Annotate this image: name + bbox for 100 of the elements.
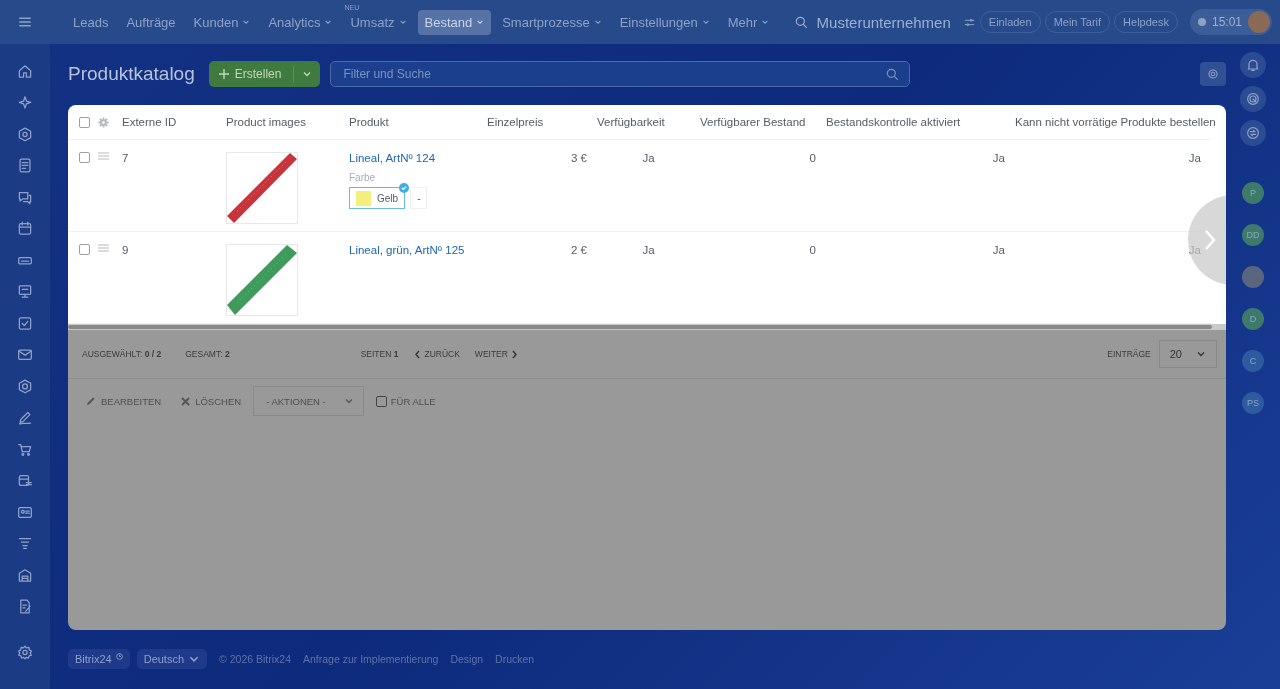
next-link[interactable]: WEITER [474,349,518,359]
table-cell: 3 € [571,152,587,164]
warehouse-icon[interactable] [16,566,34,584]
table-cell: Ja [642,152,655,164]
table-cell: 9 [122,244,129,256]
nav-tab[interactable]: Analytics [261,9,340,35]
actions-dropdown[interactable]: - AKTIONEN - [253,386,364,416]
footer-link[interactable]: Anfrage zur Implementierung [303,653,439,665]
total-count: GESAMT: 2 [185,349,230,359]
nav-tab[interactable]: Kunden [186,9,258,35]
chevron-right-icon [1204,229,1216,251]
edit-button[interactable]: BEARBEITEN [86,395,162,407]
chevron-icon [302,69,313,79]
page-size-label: EINTRÄGE [1107,349,1151,359]
chevron-icon [701,18,710,26]
avatar[interactable]: D [1242,308,1264,330]
nav-tab[interactable]: Leads [66,9,116,35]
avatar[interactable]: C [1242,350,1264,372]
document-icon[interactable] [16,157,34,175]
product-link[interactable]: Lineal, grün, ArtNº 125 [349,244,465,256]
page-size-select[interactable]: 20 [1158,340,1217,368]
chevron-icon [593,18,602,26]
avatar[interactable]: P [1242,182,1264,204]
language-select[interactable]: Deutsch [136,649,208,669]
company-name[interactable]: Musterunternehmen [816,13,951,31]
column-header[interactable]: Product images [226,116,306,128]
table-cell: Ja [992,152,1005,164]
chevron-icon [343,396,354,406]
spiral-icon[interactable] [1245,91,1261,107]
nav-tab[interactable]: Mehr [720,9,777,35]
nav-tab[interactable]: Smartprozesse [495,9,609,35]
checkbox-icon[interactable] [16,314,34,332]
avatar[interactable] [1242,266,1264,288]
chevron-icon [476,18,485,26]
hexagon-icon[interactable] [16,125,34,143]
settings-icon[interactable] [1206,67,1220,81]
avatar[interactable]: DD [1242,224,1264,246]
close-icon [181,396,191,406]
product-link[interactable]: Lineal, ArtNº 124 [349,152,436,164]
page-number: SEITEN 1 [360,349,399,359]
column-header[interactable]: Einzelpreis [487,116,544,128]
search-field[interactable]: Filter und Suche [330,61,911,87]
checkbox[interactable] [79,152,90,163]
table-cell: 0 [809,152,816,164]
pen-icon[interactable] [16,409,34,427]
table-cell: 7 [122,152,129,164]
nav-tab[interactable]: Einstellungen [612,9,717,35]
page-title: Produktkatalog [68,63,195,85]
column-header[interactable]: Externe ID [122,116,177,128]
settings-button[interactable] [1200,62,1226,86]
bell-icon[interactable] [1245,57,1261,73]
table-cell: 2 € [571,244,587,256]
chevron-icon [761,18,770,26]
chevron-right-icon [510,349,518,359]
variant-chip[interactable]: - [410,187,428,209]
settings-icon[interactable] [16,644,34,662]
column-header[interactable]: Kann nicht vorrätige Produkte bestellen [1015,116,1216,128]
board-icon[interactable] [16,283,34,301]
chat-swap-icon[interactable] [1245,125,1261,141]
delete-button[interactable]: LÖSCHEN [181,395,242,407]
nav-tab[interactable]: Bestand [417,9,492,35]
column-header[interactable]: Verfügbarkeit [597,116,665,128]
table-cell: 0 [809,244,816,256]
chevron-icon [242,18,251,26]
home-icon[interactable] [16,63,34,80]
chevron-icon [398,18,407,26]
footer-link[interactable]: Drucken [495,653,535,665]
scrollbar[interactable] [68,325,1212,329]
pencil-icon [86,396,96,406]
selected-count: AUSGEWÄHLT: 0 / 2 [82,349,162,359]
drag-handle-icon[interactable] [98,152,109,160]
checkbox-label[interactable]: FÜR ALLE [390,395,436,407]
checkbox[interactable] [79,244,90,255]
chevron-icon [324,18,333,26]
column-header[interactable]: Verfügbarer Bestand [700,116,806,128]
column-header[interactable]: Produkt [349,116,389,128]
table-cell: Ja [992,244,1005,256]
nav-tab[interactable]: Aufträge [119,9,183,35]
copyright-text: © 2026 Bitrix24 [219,653,291,665]
previous-link[interactable]: ZURÜCK [414,349,460,359]
drag-handle-icon[interactable] [98,244,109,252]
table-cell: Ja [642,244,655,256]
plus-icon [218,69,229,79]
chevron-icon [1196,349,1206,359]
avatar[interactable]: PS [1242,392,1264,414]
gear-hexagon-icon[interactable] [16,377,34,395]
search-icon[interactable] [884,66,901,82]
gear-icon[interactable] [98,116,109,128]
table-cell: Ja [1188,244,1201,256]
calendar-icon[interactable] [16,220,34,238]
brand-button[interactable]: Bitrix24 [68,649,130,669]
chevron-left-icon [414,349,422,359]
footer-link[interactable]: Design [450,653,484,665]
property-label: Farbe [349,172,376,183]
checkbox[interactable] [79,116,90,128]
checkbox[interactable] [375,395,387,407]
create-button[interactable]: Erstellen [208,61,321,87]
table-cell: Ja [1188,152,1201,164]
time-pill[interactable]: 15:01 [1189,9,1272,35]
column-header[interactable]: Bestandskontrolle aktiviert [826,116,961,128]
